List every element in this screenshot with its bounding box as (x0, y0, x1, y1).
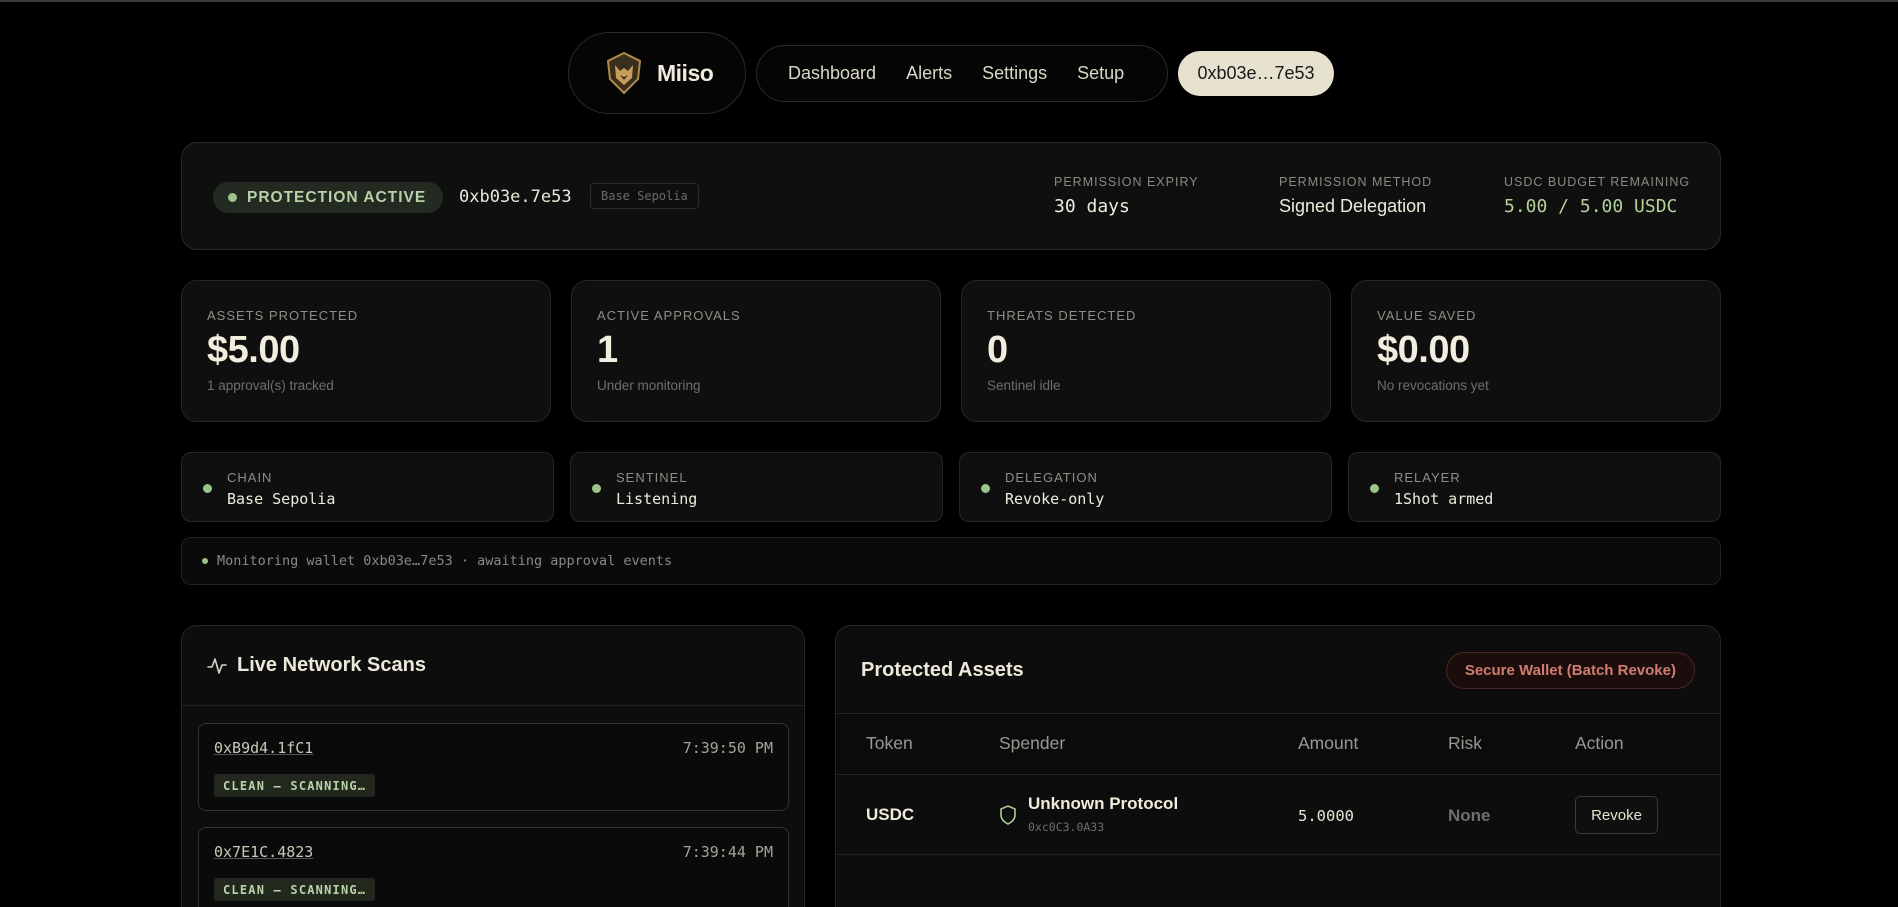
nav-dashboard[interactable]: Dashboard (788, 63, 876, 84)
stat-sub: Sentinel idle (987, 378, 1061, 393)
network-tag: Base Sepolia (590, 183, 699, 209)
brand-name: Miiso (657, 59, 714, 86)
protection-active-badge: PROTECTION ACTIVE (213, 182, 444, 213)
status-dot-icon (592, 484, 601, 493)
stat-value: $0.00 (1377, 329, 1470, 371)
scan-item[interactable]: 0xB9d4.1fC1 7:39:50 PM CLEAN — SCANNING… (198, 723, 789, 811)
stat-sub: No revocations yet (1377, 378, 1489, 393)
column-header-token: Token (866, 733, 913, 753)
stat-card-assets-protected: ASSETS PROTECTED $5.00 1 approval(s) tra… (181, 280, 551, 422)
scan-item[interactable]: 0x7E1C.4823 7:39:44 PM CLEAN — SCANNING… (198, 827, 789, 907)
column-header-action: Action (1575, 733, 1624, 753)
system-card-sentinel: SENTINEL Listening (570, 452, 943, 522)
amount-cell: 5.0000 (1298, 807, 1354, 825)
stat-value: $5.00 (207, 329, 300, 371)
token-cell: USDC (866, 805, 915, 824)
system-label: CHAIN (227, 470, 273, 485)
status-dot-icon (981, 484, 990, 493)
stat-sub: 1 approval(s) tracked (207, 378, 334, 393)
permission-method-value: Signed Delegation (1279, 196, 1427, 216)
permission-method: PERMISSION METHOD Signed Delegation (1279, 175, 1432, 217)
stat-label: THREATS DETECTED (987, 308, 1137, 323)
protected-assets-panel: Protected Assets Secure Wallet (Batch Re… (835, 625, 1721, 907)
monitoring-status-line: Monitoring wallet 0xb03e…7e53 · awaiting… (181, 537, 1721, 585)
protection-status-bar: PROTECTION ACTIVE 0xb03e.7e53 Base Sepol… (181, 142, 1721, 250)
brand-logo-pill[interactable]: Miiso (568, 32, 746, 114)
column-header-risk: Risk (1448, 733, 1483, 753)
system-label: DELEGATION (1005, 470, 1098, 485)
stat-sub: Under monitoring (597, 378, 701, 393)
batch-revoke-button[interactable]: Secure Wallet (Batch Revoke) (1445, 652, 1695, 689)
stat-value: 0 (987, 329, 1008, 371)
usdc-budget: USDC BUDGET REMAINING 5.00 / 5.00 USDC (1504, 175, 1690, 217)
scan-hash-link[interactable]: 0x7E1C.4823 (214, 843, 313, 861)
status-dot-icon (228, 193, 237, 202)
assets-title: Protected Assets (861, 659, 1024, 681)
status-dot-icon (1370, 484, 1379, 493)
protection-label: PROTECTION ACTIVE (247, 188, 427, 206)
scan-status-badge: CLEAN — SCANNING… (214, 774, 376, 797)
system-card-delegation: DELEGATION Revoke-only (959, 452, 1332, 522)
usdc-budget-label: USDC BUDGET REMAINING (1504, 175, 1691, 189)
stat-card-threats-detected: THREATS DETECTED 0 Sentinel idle (961, 280, 1331, 422)
permission-expiry-value: 30 days (1054, 196, 1130, 217)
system-label: RELAYER (1394, 470, 1461, 485)
revoke-button[interactable]: Revoke (1575, 796, 1658, 834)
system-card-relayer: RELAYER 1Shot armed (1348, 452, 1721, 522)
permission-expiry: PERMISSION EXPIRY 30 days (1054, 175, 1199, 217)
system-value: Base Sepolia (227, 490, 336, 508)
window-top-border (0, 0, 1898, 2)
permission-method-label: PERMISSION METHOD (1279, 175, 1433, 189)
stat-label: VALUE SAVED (1377, 308, 1477, 323)
column-header-amount: Amount (1298, 733, 1359, 753)
protected-wallet-address: 0xb03e.7e53 (459, 187, 572, 207)
scans-title: Live Network Scans (237, 654, 426, 676)
spender-address: 0xc0C3.0A33 (1028, 820, 1105, 834)
main-nav: Dashboard Alerts Settings Setup (756, 45, 1168, 102)
system-label: SENTINEL (616, 470, 688, 485)
usdc-budget-value: 5.00 / 5.00 USDC (1504, 196, 1678, 217)
scan-status-badge: CLEAN — SCANNING… (214, 878, 376, 901)
system-value: 1Shot armed (1394, 490, 1494, 508)
shield-icon (1000, 805, 1016, 825)
permission-expiry-label: PERMISSION EXPIRY (1054, 175, 1199, 189)
wallet-address-button[interactable]: 0xb03e…7e53 (1178, 51, 1334, 96)
stat-label: ASSETS PROTECTED (207, 308, 359, 323)
status-dot-icon (202, 558, 208, 564)
stat-card-value-saved: VALUE SAVED $0.00 No revocations yet (1351, 280, 1721, 422)
system-value: Listening (616, 490, 698, 508)
live-network-scans-panel: Live Network Scans 0xB9d4.1fC1 7:39:50 P… (181, 625, 805, 907)
scan-time: 7:39:50 PM (682, 739, 773, 757)
scan-time: 7:39:44 PM (682, 843, 773, 861)
monitoring-text: Monitoring wallet 0xb03e…7e53 · awaiting… (217, 553, 673, 569)
stat-value: 1 (597, 329, 618, 371)
nav-alerts[interactable]: Alerts (906, 63, 952, 84)
nav-setup[interactable]: Setup (1077, 63, 1124, 84)
table-row: USDC Unknown Protocol 0xc0C3.0A33 5.0000… (836, 775, 1720, 855)
nav-settings[interactable]: Settings (982, 63, 1047, 84)
activity-pulse-icon (207, 657, 227, 674)
stat-label: ACTIVE APPROVALS (597, 308, 741, 323)
system-card-chain: CHAIN Base Sepolia (181, 452, 554, 522)
column-header-spender: Spender (999, 733, 1066, 753)
scans-header: Live Network Scans (182, 626, 804, 706)
stat-card-active-approvals: ACTIVE APPROVALS 1 Under monitoring (571, 280, 941, 422)
risk-cell: None (1448, 806, 1491, 825)
status-dot-icon (203, 484, 212, 493)
scan-hash-link[interactable]: 0xB9d4.1fC1 (214, 739, 313, 757)
system-value: Revoke-only (1005, 490, 1105, 508)
assets-table-header: Token Spender Amount Risk Action (836, 713, 1720, 775)
fox-shield-logo-icon (606, 51, 642, 95)
spender-name: Unknown Protocol (1028, 794, 1179, 813)
